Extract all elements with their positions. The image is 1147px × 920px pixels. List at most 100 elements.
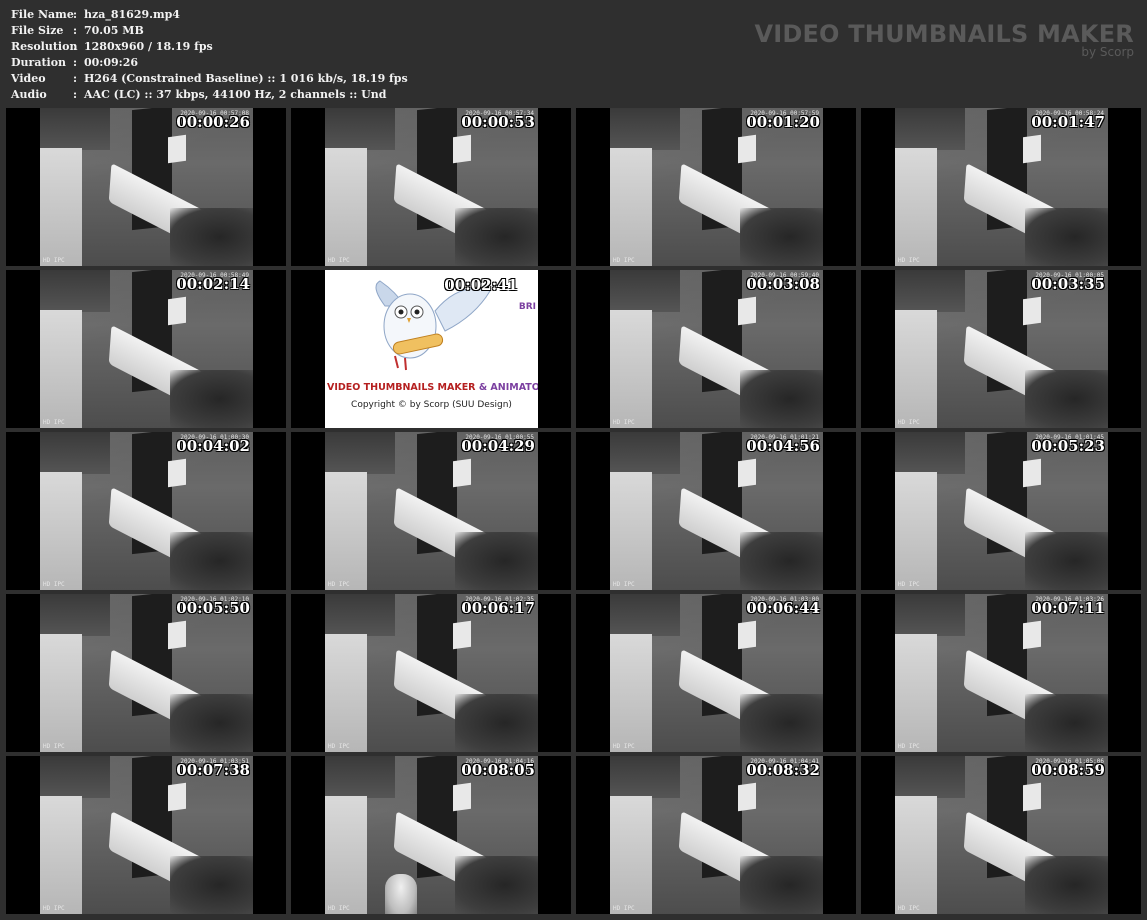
file-info-row: Audio : AAC (LC) :: 37 kbps, 44100 Hz, 2…	[11, 87, 408, 103]
thumbnail-timestamp: 00:02:41	[444, 276, 518, 294]
scene-floor	[455, 532, 538, 590]
file-info-row: Resolution : 1280x960 / 18.19 fps	[11, 39, 408, 55]
thumbnail-tile[interactable]: 2020-09-16 01:03:51 HD IPC 00:07:38	[6, 756, 286, 914]
scene-floor	[455, 694, 538, 752]
thumbnail-tile[interactable]: 00:02:41 BRI VIDEO THUMBNAILS MAKER & AN…	[291, 270, 571, 428]
thumbnail-tile[interactable]: 2020-09-16 00:58:24 HD IPC 00:01:47	[861, 108, 1141, 266]
scene-wall	[610, 796, 652, 914]
scene-shelf	[610, 432, 680, 474]
info-label: Resolution	[11, 40, 78, 53]
camera-frame: 2020-09-16 01:02:10 HD IPC	[40, 594, 253, 752]
scene-wall	[610, 634, 652, 752]
scene-poster	[738, 458, 756, 488]
brand-title: VIDEO THUMBNAILS MAKER	[754, 20, 1134, 48]
thumbnail-timestamp: 00:02:14	[176, 275, 250, 293]
camera-frame: 2020-09-16 00:57:34 HD IPC	[325, 108, 538, 266]
thumbnail-tile[interactable]: 2020-09-16 01:02:35 HD IPC 00:06:17	[291, 594, 571, 752]
osd-camera-label: HD IPC	[613, 743, 635, 750]
camera-frame: 2020-09-16 01:01:21 HD IPC	[610, 432, 823, 590]
scene-wall	[895, 310, 937, 428]
osd-camera-label: HD IPC	[328, 257, 350, 264]
thumbnail-tile[interactable]: 2020-09-16 01:01:21 HD IPC 00:04:56	[576, 432, 856, 590]
osd-camera-label: HD IPC	[328, 905, 350, 912]
thumbnail-timestamp: 00:00:26	[176, 113, 250, 131]
osd-camera-label: HD IPC	[898, 419, 920, 426]
thumbnail-timestamp: 00:07:38	[176, 761, 250, 779]
scene-poster	[453, 458, 471, 488]
osd-camera-label: HD IPC	[43, 581, 65, 588]
scene-poster	[453, 134, 471, 164]
brand-watermark: VIDEO THUMBNAILS MAKER by Scorp	[754, 20, 1134, 58]
scene-floor	[455, 856, 538, 914]
info-label: File Name	[11, 8, 74, 21]
camera-frame: 2020-09-16 01:02:35 HD IPC	[325, 594, 538, 752]
thumbnail-tile[interactable]: 2020-09-16 00:57:59 HD IPC 00:01:20	[576, 108, 856, 266]
scene-floor	[740, 370, 823, 428]
thumbnail-timestamp: 00:07:11	[1031, 599, 1105, 617]
scene-wall	[895, 634, 937, 752]
scene-shelf	[610, 270, 680, 312]
osd-camera-label: HD IPC	[898, 581, 920, 588]
thumbnail-tile[interactable]: 2020-09-16 01:01:45 HD IPC 00:05:23	[861, 432, 1141, 590]
scene-shelf	[895, 270, 965, 312]
thumbnail-timestamp: 00:03:35	[1031, 275, 1105, 293]
scene-shelf	[325, 108, 395, 150]
camera-frame: 2020-09-16 01:00:30 HD IPC	[40, 432, 253, 590]
thumbnail-tile[interactable]: 2020-09-16 01:00:30 HD IPC 00:04:02	[6, 432, 286, 590]
thumbnail-tile[interactable]: 2020-09-16 01:02:10 HD IPC 00:05:50	[6, 594, 286, 752]
scene-wall	[610, 148, 652, 266]
scene-floor	[1025, 532, 1108, 590]
camera-frame: 2020-09-16 01:00:05 HD IPC	[895, 270, 1108, 428]
thumbnail-tile[interactable]: 2020-09-16 01:04:16 HD IPC 00:08:05	[291, 756, 571, 914]
scene-shelf	[40, 756, 110, 798]
logo-title: VIDEO THUMBNAILS MAKER & ANIMATO	[327, 382, 538, 393]
thumbnail-timestamp: 00:04:02	[176, 437, 250, 455]
thumbnail-tile[interactable]: 2020-09-16 01:05:06 HD IPC 00:08:59	[861, 756, 1141, 914]
scene-poster	[168, 458, 186, 488]
scene-poster	[1023, 620, 1041, 650]
camera-frame: 2020-09-16 00:57:08 HD IPC	[40, 108, 253, 266]
thumbnail-timestamp: 00:06:44	[746, 599, 820, 617]
file-info-row: Duration : 00:09:26	[11, 55, 408, 71]
camera-frame: 2020-09-16 00:58:49 HD IPC	[40, 270, 253, 428]
thumbnail-tile[interactable]: 2020-09-16 01:03:26 HD IPC 00:07:11	[861, 594, 1141, 752]
scene-wall	[325, 634, 367, 752]
osd-camera-label: HD IPC	[328, 743, 350, 750]
info-label: Audio	[11, 88, 47, 101]
scene-shelf	[40, 108, 110, 150]
scene-floor	[1025, 370, 1108, 428]
info-value: 1280x960 / 18.19 fps	[84, 40, 213, 53]
thumbnail-tile[interactable]: 2020-09-16 01:03:00 HD IPC 00:06:44	[576, 594, 856, 752]
camera-frame: 2020-09-16 01:03:26 HD IPC	[895, 594, 1108, 752]
scene-poster	[738, 620, 756, 650]
thumbnail-tile[interactable]: 2020-09-16 00:57:34 HD IPC 00:00:53	[291, 108, 571, 266]
thumbnail-timestamp: 00:03:08	[746, 275, 820, 293]
thumbnail-tile[interactable]: 2020-09-16 01:00:55 HD IPC 00:04:29	[291, 432, 571, 590]
scene-shelf	[895, 756, 965, 798]
osd-camera-label: HD IPC	[613, 257, 635, 264]
scene-wall	[40, 472, 82, 590]
camera-frame: 2020-09-16 01:03:51 HD IPC	[40, 756, 253, 914]
camera-frame: 2020-09-16 01:03:00 HD IPC	[610, 594, 823, 752]
logo-title-suffix: & ANIMATO	[478, 382, 538, 393]
thumbnail-tile[interactable]: 2020-09-16 01:04:41 HD IPC 00:08:32	[576, 756, 856, 914]
logo-title-main: VIDEO THUMBNAILS MAKER	[327, 382, 476, 393]
scene-wall	[325, 148, 367, 266]
scene-shelf	[610, 594, 680, 636]
osd-camera-label: HD IPC	[43, 905, 65, 912]
camera-frame: 2020-09-16 01:01:45 HD IPC	[895, 432, 1108, 590]
thumbnail-tile[interactable]: 2020-09-16 00:57:08 HD IPC 00:00:26	[6, 108, 286, 266]
scene-floor	[170, 370, 253, 428]
scene-shelf	[325, 594, 395, 636]
info-separator: :	[73, 8, 78, 21]
scene-poster	[168, 134, 186, 164]
thumbnail-tile[interactable]: 2020-09-16 00:58:49 HD IPC 00:02:14	[6, 270, 286, 428]
thumbnail-tile[interactable]: 2020-09-16 01:00:05 HD IPC 00:03:35	[861, 270, 1141, 428]
osd-camera-label: HD IPC	[613, 905, 635, 912]
scene-floor	[170, 208, 253, 266]
thumbnail-timestamp: 00:01:20	[746, 113, 820, 131]
thumbnail-tile[interactable]: 2020-09-16 00:59:40 HD IPC 00:03:08	[576, 270, 856, 428]
scene-poster	[1023, 782, 1041, 812]
logo-side-text: BRI	[518, 302, 536, 312]
scene-floor	[740, 856, 823, 914]
